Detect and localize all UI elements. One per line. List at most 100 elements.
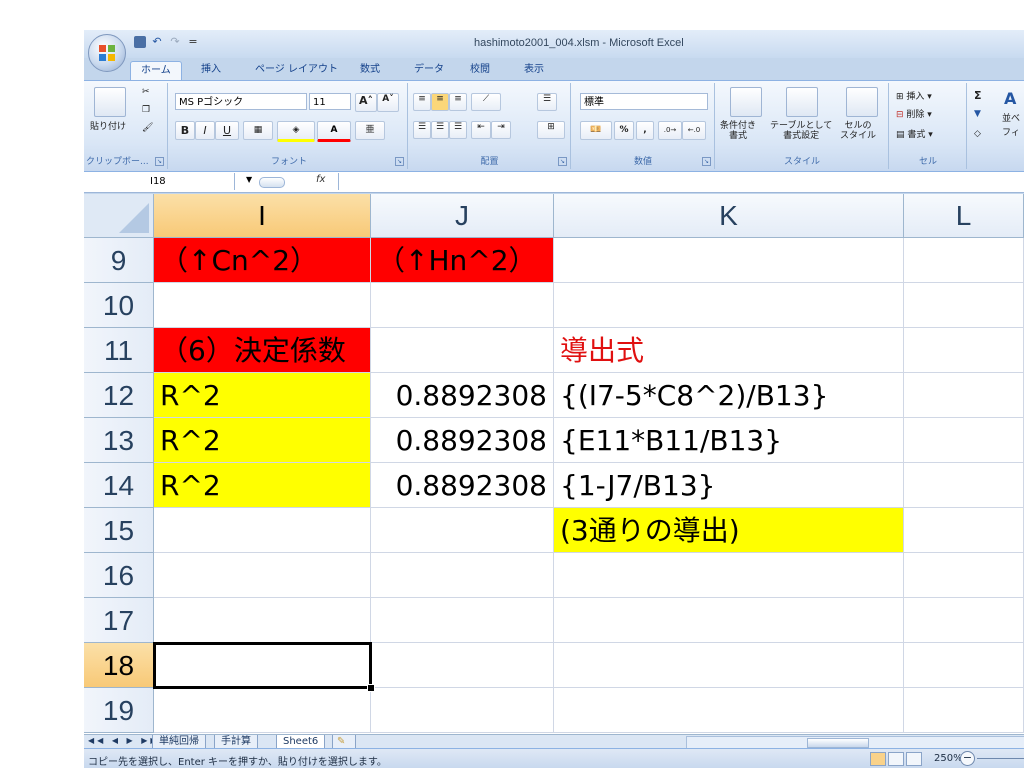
cell-j11[interactable] (371, 328, 554, 373)
wrap-text-button[interactable]: ☰ (537, 93, 557, 111)
cell-l13[interactable] (904, 418, 1024, 463)
cell-styles-button[interactable]: セルの スタイル (840, 121, 876, 141)
copy-icon[interactable]: ❐ (142, 105, 150, 115)
zoom-slider[interactable] (977, 758, 1024, 759)
page-layout-view-icon[interactable] (888, 752, 904, 766)
delete-cells-button[interactable]: ⊟ 削除 ▾ (896, 107, 932, 120)
format-cells-button[interactable]: ▤ 書式 ▾ (896, 127, 933, 140)
clipboard-launcher-icon[interactable]: ↘ (155, 157, 164, 166)
cell-j9[interactable]: （↑Hn^2） (371, 238, 554, 283)
row-header-11[interactable]: 11 (84, 328, 154, 373)
sheet-tab-sheet6[interactable]: Sheet6 (276, 735, 326, 749)
row-header-14[interactable]: 14 (84, 463, 154, 508)
fill-icon[interactable]: ▼ (974, 109, 981, 119)
font-launcher-icon[interactable]: ↘ (395, 157, 404, 166)
shrink-font-button[interactable]: A˅ (377, 93, 399, 112)
alignment-launcher-icon[interactable]: ↘ (558, 157, 567, 166)
redo-icon[interactable]: ↷ (168, 35, 182, 49)
format-painter-icon[interactable]: 🖌 (142, 123, 153, 133)
cell-k14[interactable]: {1-J7/B13} (554, 463, 904, 508)
cell-l15[interactable] (904, 508, 1024, 553)
decrease-decimal-button[interactable]: ←.0 (682, 121, 706, 140)
font-color-button[interactable]: A (317, 121, 351, 142)
align-right-button[interactable]: ☰ (449, 121, 467, 139)
row-header-17[interactable]: 17 (84, 598, 154, 643)
column-header-i[interactable]: I (154, 194, 371, 238)
formula-input[interactable] (338, 173, 1023, 190)
tab-insert[interactable]: 挿入 (201, 61, 221, 79)
office-button[interactable] (88, 34, 126, 72)
clear-icon[interactable]: ◇ (974, 129, 981, 139)
cell-j14[interactable]: 0.8892308 (371, 463, 554, 508)
cell-k11[interactable]: 導出式 (554, 328, 904, 373)
row-header-19[interactable]: 19 (84, 688, 154, 733)
column-header-j[interactable]: J (371, 194, 554, 238)
sheet-nav-icons[interactable]: ◀◀ ◀ ▶ ▶▶ (88, 736, 160, 745)
cell-l9[interactable] (904, 238, 1024, 283)
cell-k12[interactable]: {(I7-5*C8^2)/B13} (554, 373, 904, 418)
cell-j17[interactable] (371, 598, 554, 643)
row-header-13[interactable]: 13 (84, 418, 154, 463)
normal-view-icon[interactable] (870, 752, 886, 766)
font-size-select[interactable]: 11 (309, 93, 351, 110)
cell-i16[interactable] (154, 553, 371, 598)
cell-l16[interactable] (904, 553, 1024, 598)
sheet-tab-single-regression[interactable]: 単純回帰 (152, 735, 206, 749)
row-header-12[interactable]: 12 (84, 373, 154, 418)
font-name-select[interactable]: MS Pゴシック (175, 93, 307, 110)
cell-j10[interactable] (371, 283, 554, 328)
customize-qat-icon[interactable]: = (186, 35, 200, 49)
cell-i9[interactable]: （↑Cn^2） (154, 238, 371, 283)
align-bottom-button[interactable]: ≡ (449, 93, 467, 111)
cell-i14[interactable]: R^2 (154, 463, 371, 508)
cell-i19[interactable] (154, 688, 371, 733)
zoom-out-button[interactable]: − (960, 751, 975, 766)
decrease-indent-button[interactable]: ⇤ (471, 121, 491, 139)
cell-l19[interactable] (904, 688, 1024, 733)
select-all-button[interactable] (84, 194, 154, 238)
cell-i18[interactable] (153, 642, 372, 689)
cell-j12[interactable]: 0.8892308 (371, 373, 554, 418)
tab-home[interactable]: ホーム (130, 61, 182, 80)
zoom-level[interactable]: 250% (934, 753, 963, 764)
tab-formulas[interactable]: 数式 (360, 61, 380, 79)
cell-l10[interactable] (904, 283, 1024, 328)
row-header-10[interactable]: 10 (84, 283, 154, 328)
cell-k10[interactable] (554, 283, 904, 328)
tab-view[interactable]: 表示 (524, 61, 544, 79)
cell-j16[interactable] (371, 553, 554, 598)
table-format-icon[interactable] (786, 87, 818, 117)
increase-decimal-button[interactable]: .0→ (658, 121, 682, 140)
cell-i15[interactable] (154, 508, 371, 553)
align-middle-button[interactable]: ≡ (431, 93, 449, 111)
worksheet-grid[interactable]: I J K L 9 （↑Cn^2） （↑Hn^2） 10 11 （6）決定係数 導出式 12 R^2 0.… (84, 194, 1024, 734)
column-header-k[interactable]: K (554, 194, 904, 238)
fill-handle[interactable] (367, 684, 375, 692)
name-box-dropdown-icon[interactable]: ▼ (246, 175, 252, 184)
conditional-format-icon[interactable] (730, 87, 762, 117)
cell-i17[interactable] (154, 598, 371, 643)
cell-i12[interactable]: R^2 (154, 373, 371, 418)
tab-review[interactable]: 校閲 (470, 61, 490, 79)
save-icon[interactable] (134, 36, 146, 48)
undo-icon[interactable]: ↶ (150, 35, 164, 49)
tab-page-layout[interactable]: ページ レイアウト (255, 61, 338, 79)
cell-l11[interactable] (904, 328, 1024, 373)
cell-i13[interactable]: R^2 (154, 418, 371, 463)
conditional-format-button[interactable]: 条件付き 書式 (720, 121, 756, 141)
currency-button[interactable]: 💴 (580, 121, 612, 140)
find-select-button[interactable]: フィ (1002, 125, 1020, 138)
number-format-select[interactable]: 標準 (580, 93, 708, 110)
cell-j18[interactable] (371, 643, 554, 688)
increase-indent-button[interactable]: ⇥ (491, 121, 511, 139)
sort-filter-button[interactable]: 並べ (1002, 111, 1020, 124)
percent-button[interactable]: % (614, 121, 634, 140)
cell-styles-icon[interactable] (846, 87, 878, 117)
cell-k13[interactable]: {E11*B11/B13} (554, 418, 904, 463)
italic-button[interactable]: I (195, 121, 215, 140)
underline-button[interactable]: U (215, 121, 239, 140)
cell-l17[interactable] (904, 598, 1024, 643)
cell-j13[interactable]: 0.8892308 (371, 418, 554, 463)
horizontal-scroll-thumb[interactable] (807, 738, 869, 748)
cell-k15[interactable]: (3通りの導出) (554, 508, 904, 553)
